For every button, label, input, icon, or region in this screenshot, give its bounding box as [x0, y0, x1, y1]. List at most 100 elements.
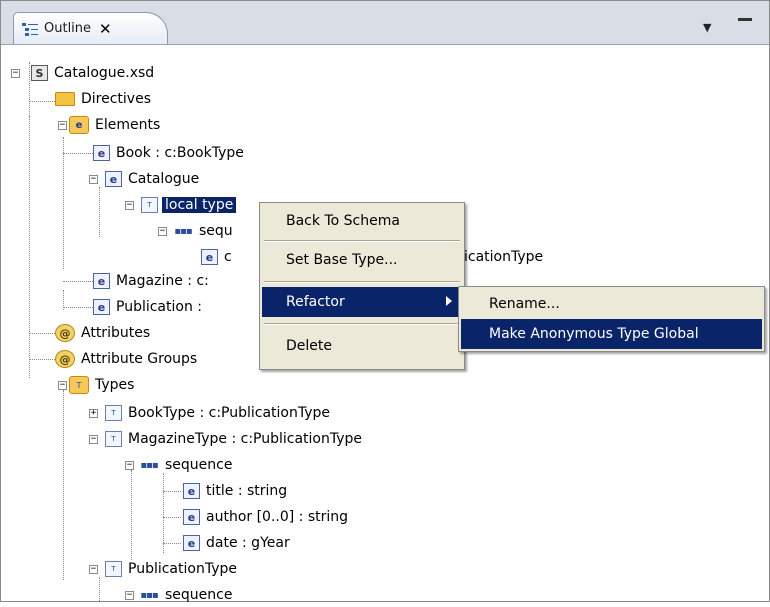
tree-item-magazinetype[interactable]: T MagazineType : c:PublicationType	[105, 427, 362, 451]
element-icon: e	[93, 145, 110, 161]
tab-outline[interactable]: Outline ✕	[13, 12, 168, 44]
tree-item-date[interactable]: e date : gYear	[183, 531, 290, 555]
tree-item-label: Catalogue	[128, 171, 200, 187]
tree-item-local-type[interactable]: T local type	[141, 193, 237, 217]
tree-item-magazine[interactable]: e Magazine : c:	[93, 269, 209, 293]
folder-open-icon	[55, 92, 75, 106]
complex-type-icon: T	[105, 405, 122, 421]
tree-item-label: MagazineType : c:PublicationType	[128, 431, 363, 447]
tree-item-author[interactable]: e author [0..0] : string	[183, 505, 348, 529]
submenu-arrow-icon	[446, 296, 452, 306]
outline-view: Outline ✕ ▼ − S Catalogue.xsd Directives…	[0, 0, 770, 603]
collapse-toggle[interactable]: −	[58, 121, 67, 130]
tree-item-label: Attributes	[81, 325, 151, 341]
collapse-toggle[interactable]: −	[158, 227, 167, 236]
collapse-toggle[interactable]: −	[89, 175, 98, 184]
menu-separator	[264, 323, 460, 325]
tree-item-label: date : gYear	[206, 535, 290, 551]
attribute-group-icon: @	[55, 350, 75, 368]
tree-item-label: Publication :	[116, 299, 202, 315]
menu-item-set-base-type[interactable]: Set Base Type...	[262, 245, 462, 275]
tree-item-catalogue-xsd[interactable]: S Catalogue.xsd	[31, 61, 154, 85]
complex-type-icon: T	[105, 431, 122, 447]
collapse-toggle[interactable]: −	[11, 69, 20, 78]
tree-item-catalogue[interactable]: e Catalogue	[105, 167, 199, 191]
collapse-toggle[interactable]: −	[125, 201, 134, 210]
tree-item-sequence[interactable]: ▪▪▪ sequence	[139, 583, 232, 607]
tree-item-label: Attribute Groups	[81, 351, 198, 367]
element-icon: e	[93, 273, 110, 289]
sequence-icon: ▪▪▪	[140, 459, 158, 471]
menu-item-refactor[interactable]: Refactor	[262, 287, 462, 317]
menu-separator	[264, 240, 460, 242]
tree-item-label: Catalogue.xsd	[54, 65, 155, 81]
outline-icon	[22, 22, 38, 36]
tree-item-attributes[interactable]: @ Attributes	[55, 321, 150, 345]
tree-item-publication[interactable]: e Publication :	[93, 295, 202, 319]
element-icon: e	[183, 509, 200, 525]
close-icon[interactable]: ✕	[99, 20, 112, 38]
tree-item-label: sequ	[199, 223, 233, 239]
tree-item-booktype[interactable]: T BookType : c:PublicationType	[105, 401, 330, 425]
collapse-toggle[interactable]: −	[89, 435, 98, 444]
menu-item-make-anonymous-type-global[interactable]: Make Anonymous Type Global	[461, 319, 762, 349]
minimize-icon[interactable]	[738, 18, 752, 21]
tree-item-label: c	[224, 249, 232, 265]
schema-icon: S	[31, 65, 48, 81]
view-menu-icon[interactable]: ▼	[703, 21, 711, 34]
tree-item-elements[interactable]: e Elements	[69, 113, 160, 137]
menu-item-label: Refactor	[286, 294, 345, 310]
tree-item-label: title : string	[206, 483, 288, 499]
tree-item-label: Elements	[95, 117, 161, 133]
menu-item-delete[interactable]: Delete	[262, 331, 462, 361]
tree-item-attribute-groups[interactable]: @ Attribute Groups	[55, 347, 197, 371]
tree-item-label: author [0..0] : string	[206, 509, 349, 525]
collapse-toggle[interactable]: −	[125, 591, 134, 600]
tree-item-label: PublicationType	[128, 561, 237, 577]
elements-folder-icon: e	[69, 116, 89, 134]
tree-item-child-element[interactable]: e c	[201, 245, 232, 269]
tree-item-label: BookType : c:PublicationType	[128, 405, 331, 421]
element-icon: e	[105, 171, 122, 187]
tree-item-label: Types	[95, 377, 135, 393]
tree-item-directives[interactable]: Directives	[55, 87, 151, 111]
tree-item-publicationtype[interactable]: T PublicationType	[105, 557, 237, 581]
tree-item-label-selected: local type	[162, 197, 237, 213]
tree-item-label: Magazine : c:	[116, 273, 209, 289]
element-icon: e	[183, 483, 200, 499]
expand-toggle[interactable]: +	[89, 409, 98, 418]
element-ref-icon: e	[201, 249, 218, 265]
complex-type-icon: T	[141, 197, 158, 213]
collapse-toggle[interactable]: −	[58, 381, 67, 390]
complex-type-icon: T	[105, 561, 122, 577]
sequence-icon: ▪▪▪	[140, 589, 158, 601]
collapse-toggle[interactable]: −	[125, 461, 134, 470]
menu-separator	[264, 281, 460, 283]
tree-item-sequence[interactable]: ▪▪▪ sequ	[173, 219, 233, 243]
menu-item-rename[interactable]: Rename...	[461, 289, 762, 319]
collapse-toggle[interactable]: −	[89, 565, 98, 574]
menu-item-label: Set Base Type...	[286, 252, 398, 268]
tree-item-sequence[interactable]: ▪▪▪ sequence	[139, 453, 232, 477]
context-menu: Back To Schema Set Base Type... Refactor…	[259, 202, 465, 370]
menu-item-label: Rename...	[489, 296, 560, 312]
element-icon: e	[183, 535, 200, 551]
menu-item-back-to-schema[interactable]: Back To Schema	[262, 206, 462, 236]
menu-item-label: Make Anonymous Type Global	[489, 326, 699, 342]
tree-item-types[interactable]: T Types	[69, 373, 134, 397]
refactor-submenu: Rename... Make Anonymous Type Global	[458, 286, 765, 352]
element-icon: e	[93, 299, 110, 315]
tree-item-book[interactable]: e Book : c:BookType	[93, 141, 244, 165]
sequence-icon: ▪▪▪	[174, 225, 192, 237]
tree-item-label: sequence	[165, 457, 233, 473]
view-tab-bar: Outline ✕ ▼	[1, 1, 769, 45]
tree-item-label: Book : c:BookType	[116, 145, 244, 161]
tree-item-title[interactable]: e title : string	[183, 479, 287, 503]
tree-item-label-tail: icationType	[464, 249, 544, 265]
tree-item-label: Directives	[81, 91, 151, 107]
menu-item-label: Delete	[286, 338, 332, 354]
tab-outline-label: Outline	[44, 21, 92, 36]
types-folder-icon: T	[69, 376, 89, 394]
attribute-icon: @	[55, 324, 75, 342]
menu-item-label: Back To Schema	[286, 213, 400, 229]
